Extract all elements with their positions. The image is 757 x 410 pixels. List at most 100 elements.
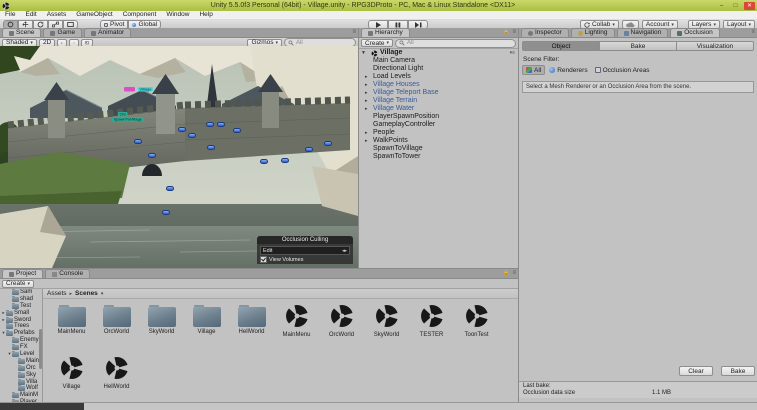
panel-menu-icon[interactable]: ≡ — [751, 29, 755, 35]
tree-item[interactable]: FX — [0, 344, 42, 351]
foldout-arrow-icon[interactable]: ▸ — [365, 137, 368, 145]
bake-button[interactable]: Bake — [721, 366, 755, 376]
hierarchy-item[interactable]: PlayerSpawnPosition — [359, 113, 518, 121]
scene-options-icon[interactable]: ▾≡ — [510, 49, 515, 57]
asset-scene[interactable]: MainMenu — [274, 303, 319, 338]
asset-folder[interactable]: MainMenu — [49, 303, 94, 335]
foldout-arrow-icon[interactable]: ▸ — [365, 105, 368, 113]
subtab-bake[interactable]: Bake — [600, 41, 677, 51]
tab-navigation[interactable]: Navigation — [616, 28, 669, 37]
tab-animator[interactable]: Animator — [84, 28, 132, 37]
lock-icon[interactable]: 🔓 — [503, 29, 509, 35]
asset-scene[interactable]: Village — [49, 355, 94, 390]
maximize-button[interactable]: □ — [730, 2, 741, 10]
tab-game[interactable]: Game — [43, 28, 83, 37]
minimize-button[interactable]: – — [716, 2, 727, 10]
menu-edit[interactable]: Edit — [20, 11, 41, 19]
asset-folder[interactable]: HellWorld — [229, 303, 274, 335]
tree-item[interactable]: ▾ Prefabs — [0, 330, 42, 337]
project-create-button[interactable]: Create ▾ — [2, 279, 35, 288]
foldout-arrow-icon[interactable]: ▸ — [365, 73, 368, 81]
tab-hierarchy[interactable]: Hierarchy — [361, 28, 410, 37]
scene-object-label-spawntovillage[interactable]: SpawnToVillage — [112, 117, 144, 122]
asset-scene[interactable]: OrcWorld — [319, 303, 364, 338]
hierarchy-create-button[interactable]: Create ▾ — [361, 39, 394, 47]
asset-scene[interactable]: TESTER — [409, 303, 454, 338]
hierarchy-scene-root[interactable]: ▼ Village ▾≡ — [359, 49, 518, 57]
filter-occlusion-areas-button[interactable]: Occlusion Areas — [592, 65, 653, 75]
tab-project[interactable]: Project — [2, 269, 44, 278]
scene-object-label-orc[interactable]: Orc — [118, 112, 128, 117]
tree-item[interactable]: Wolf — [0, 385, 42, 392]
occlusion-mode-dropdown[interactable]: Edit ◂▸ — [260, 246, 350, 255]
foldout-arrow-icon[interactable]: ▸ — [365, 89, 368, 97]
blue-gizmo-icon[interactable] — [178, 127, 186, 132]
filter-all-button[interactable]: All — [522, 65, 546, 75]
panel-menu-icon[interactable]: ≡ — [512, 270, 516, 276]
hierarchy-search-input[interactable]: All — [395, 38, 516, 48]
asset-folder[interactable]: Village — [184, 303, 229, 335]
tree-item[interactable]: Main — [0, 357, 42, 365]
blue-gizmo-icon[interactable] — [162, 210, 170, 215]
foldout-arrow-icon[interactable]: ▸ — [365, 129, 368, 137]
breadcrumb-current[interactable]: Scenes — [75, 290, 98, 297]
blue-gizmo-icon[interactable] — [207, 145, 215, 150]
blue-gizmo-icon[interactable] — [233, 128, 241, 133]
hierarchy-item[interactable]: ▸ Village Terrain — [359, 97, 518, 105]
tree-item[interactable]: Sky — [0, 371, 42, 379]
hierarchy-item[interactable]: GameplayController — [359, 121, 518, 129]
hierarchy-item[interactable]: Main Camera — [359, 57, 518, 65]
close-button[interactable]: ✕ — [744, 1, 755, 10]
tree-item[interactable]: Enemy — [0, 337, 42, 344]
menu-window[interactable]: Window — [161, 11, 194, 19]
tree-item[interactable]: shad — [0, 295, 42, 303]
hierarchy-item[interactable]: ▸ Village Water — [359, 105, 518, 113]
subtab-object[interactable]: Object — [522, 41, 600, 51]
breadcrumb-assets[interactable]: Assets — [47, 290, 67, 297]
hierarchy-item[interactable]: SpawnToTower — [359, 153, 518, 161]
scene-viewport[interactable]: Village Orc SpawnToVillage Occlusion Cul… — [0, 46, 358, 268]
tree-item[interactable]: ▸ Small — [0, 309, 42, 317]
filter-renderers-button[interactable]: Renderers — [546, 65, 590, 75]
asset-folder[interactable]: OrcWorld — [94, 303, 139, 335]
tree-item[interactable]: ▾ Level — [0, 350, 42, 358]
tab-scene[interactable]: Scene — [2, 28, 42, 37]
tree-scrollbar[interactable] — [39, 329, 42, 369]
blue-gizmo-icon[interactable] — [281, 158, 289, 163]
tree-item[interactable]: Test — [0, 302, 42, 310]
asset-scene[interactable]: SkyWorld — [364, 303, 409, 338]
tab-inspector[interactable]: Inspector — [521, 28, 569, 37]
tab-occlusion[interactable]: Occlusion — [670, 28, 720, 37]
asset-scene[interactable]: ToonTest — [454, 303, 499, 338]
foldout-arrow-icon[interactable]: ▸ — [365, 81, 368, 89]
lock-icon[interactable]: 🔓 — [503, 270, 509, 276]
tree-item[interactable]: Sam — [0, 289, 42, 296]
hierarchy-item[interactable]: ▸ WalkPoints — [359, 137, 518, 145]
panel-menu-icon[interactable]: ≡ — [352, 29, 356, 35]
tree-item[interactable]: MainM — [0, 392, 42, 399]
blue-gizmo-icon[interactable] — [260, 159, 268, 164]
blue-gizmo-icon[interactable] — [166, 186, 174, 191]
tree-item[interactable]: Villa — [0, 378, 42, 386]
menu-assets[interactable]: Assets — [42, 11, 72, 19]
blue-gizmo-icon[interactable] — [324, 141, 332, 146]
menu-file[interactable]: File — [0, 11, 20, 19]
blue-gizmo-icon[interactable] — [305, 147, 313, 152]
menu-gameobject[interactable]: GameObject — [71, 11, 118, 19]
panel-menu-icon[interactable]: ≡ — [512, 29, 516, 35]
menu-help[interactable]: Help — [194, 11, 217, 19]
hierarchy-item[interactable]: ▸ Load Levels — [359, 73, 518, 81]
asset-folder[interactable]: SkyWorld — [139, 303, 184, 335]
tab-lighting[interactable]: Lighting — [570, 28, 615, 37]
hierarchy-item[interactable]: ▸ Village Houses — [359, 81, 518, 89]
hierarchy-item[interactable]: ▸ People — [359, 129, 518, 137]
hierarchy-item[interactable]: ▸ Village Teleport Base — [359, 89, 518, 97]
blue-gizmo-icon[interactable] — [188, 133, 196, 138]
scene-object-label-village[interactable]: Village — [138, 87, 153, 92]
hierarchy-item[interactable]: Directional Light — [359, 65, 518, 73]
foldout-arrow-icon[interactable]: ▸ — [365, 97, 368, 105]
scene-object-label-chip[interactable] — [124, 87, 135, 92]
asset-scene[interactable]: HellWorld — [94, 355, 139, 390]
blue-gizmo-icon[interactable] — [217, 122, 225, 127]
foldout-arrow-icon[interactable]: ▼ — [361, 49, 366, 57]
